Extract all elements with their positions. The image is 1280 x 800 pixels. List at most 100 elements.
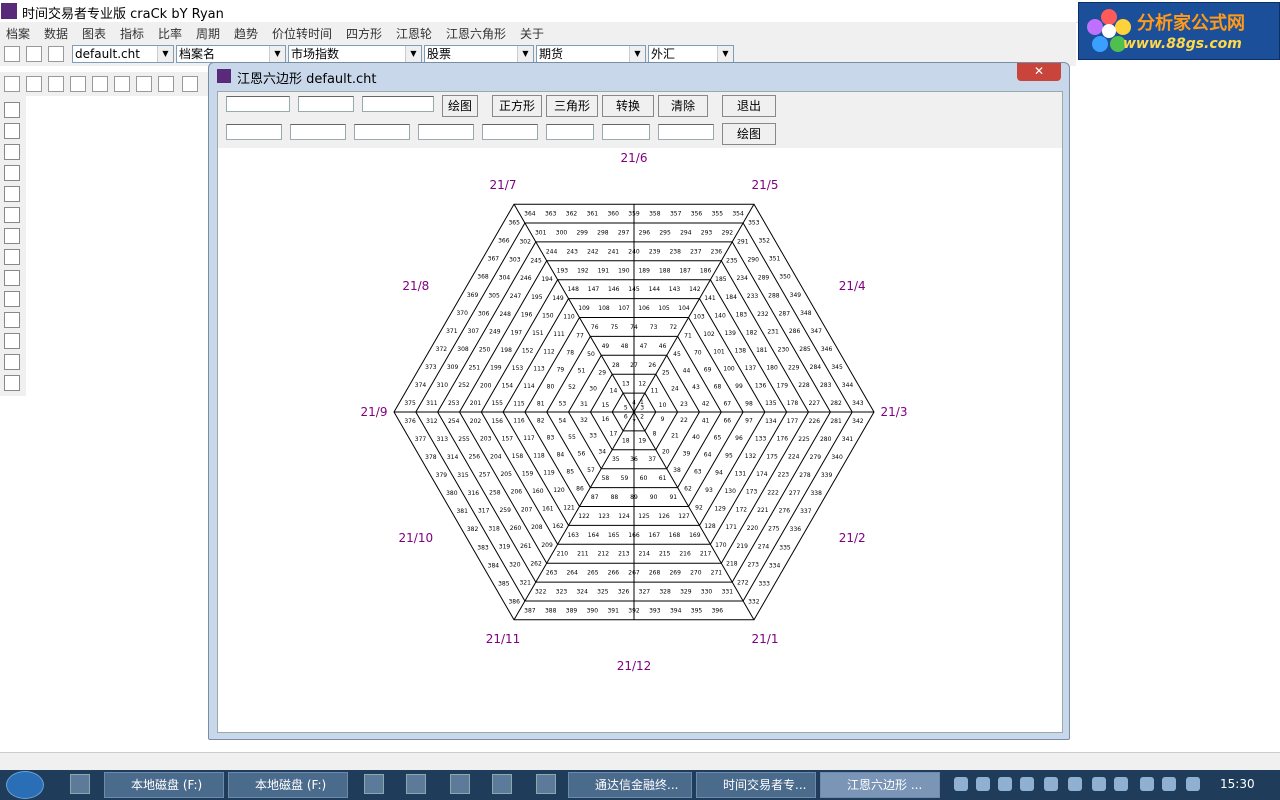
- tool-1-icon[interactable]: [4, 102, 20, 118]
- menu-chart[interactable]: 图表: [82, 25, 106, 42]
- forex-combo[interactable]: 外汇 ▼: [648, 45, 734, 63]
- param-input-8[interactable]: [658, 124, 714, 140]
- input-1[interactable]: [226, 96, 290, 112]
- menu-gann-wheel[interactable]: 江恩轮: [396, 25, 432, 42]
- param-input-2[interactable]: [290, 124, 346, 140]
- hex-cell-number: 344: [842, 382, 854, 389]
- task-drive-f-2[interactable]: 本地磁盘 (F:): [228, 772, 348, 798]
- name-combo[interactable]: 档案名 ▼: [176, 45, 286, 63]
- crosshair-icon[interactable]: [158, 76, 174, 92]
- zoom-icon[interactable]: [4, 76, 20, 92]
- draw-button-2[interactable]: 绘图: [722, 123, 776, 145]
- param-input-6[interactable]: [546, 124, 594, 140]
- input-2[interactable]: [298, 96, 354, 112]
- help-icon[interactable]: [976, 777, 990, 791]
- arrow-down-icon[interactable]: [92, 76, 108, 92]
- pen-icon[interactable]: [4, 312, 20, 328]
- stock-combo[interactable]: 股票 ▼: [424, 45, 534, 63]
- input-3[interactable]: [362, 96, 434, 112]
- hex-cell-number: 374: [415, 382, 427, 389]
- volume-icon[interactable]: [1162, 777, 1176, 791]
- network-icon[interactable]: [1186, 777, 1200, 791]
- menu-indicator[interactable]: 指标: [120, 25, 144, 42]
- hex-cell-number: 387: [524, 607, 536, 614]
- hex-cell-number: 219: [736, 543, 748, 550]
- param-input-4[interactable]: [418, 124, 474, 140]
- scale-left-icon[interactable]: [114, 76, 130, 92]
- security-icon[interactable]: [1044, 777, 1058, 791]
- tool-12-icon[interactable]: [4, 333, 20, 349]
- scale-right-icon[interactable]: [136, 76, 152, 92]
- chevron-down-icon[interactable]: ▼: [405, 46, 421, 62]
- trend-line-icon[interactable]: [4, 270, 20, 286]
- param-input-1[interactable]: [226, 124, 282, 140]
- menu-price-to-time[interactable]: 价位转时间: [272, 25, 332, 42]
- tool-14-icon[interactable]: [4, 375, 20, 391]
- arrow-right-icon[interactable]: [48, 76, 64, 92]
- param-input-7[interactable]: [602, 124, 650, 140]
- param-input-5[interactable]: [482, 124, 538, 140]
- tool-5-icon[interactable]: [4, 186, 20, 202]
- keyboard-icon[interactable]: [954, 777, 968, 791]
- chevron-down-icon[interactable]: ▼: [717, 46, 733, 62]
- tool-13-icon[interactable]: [4, 354, 20, 370]
- task-drive-f-1[interactable]: 本地磁盘 (F:): [104, 772, 224, 798]
- warning-icon[interactable]: [1068, 777, 1082, 791]
- menu-data[interactable]: 数据: [44, 25, 68, 42]
- app-launch-icon-3[interactable]: [492, 774, 512, 794]
- data-icon[interactable]: [182, 76, 198, 92]
- menu-square[interactable]: 四方形: [346, 25, 382, 42]
- draw-button[interactable]: 绘图: [442, 95, 478, 117]
- start-button[interactable]: [6, 771, 44, 799]
- hex-cell-number: 267: [628, 570, 640, 577]
- ie-icon[interactable]: [70, 774, 90, 794]
- tool-7-icon[interactable]: [4, 228, 20, 244]
- triangle-button[interactable]: 三角形: [546, 95, 598, 117]
- exit-button[interactable]: 退出: [722, 95, 776, 117]
- menu-trend[interactable]: 趋势: [234, 25, 258, 42]
- speaker-icon[interactable]: [1114, 777, 1128, 791]
- print-icon[interactable]: [48, 46, 64, 62]
- menu-cycle[interactable]: 周期: [196, 25, 220, 42]
- menu-gann-hexagon[interactable]: 江恩六角形: [446, 25, 506, 42]
- menu-file[interactable]: 档案: [6, 25, 30, 42]
- chevron-down-icon[interactable]: ▼: [629, 46, 645, 62]
- tool-6-icon[interactable]: [4, 207, 20, 223]
- chevron-down-icon[interactable]: ▼: [517, 46, 533, 62]
- futures-combo[interactable]: 期货 ▼: [536, 45, 646, 63]
- chevron-down-icon[interactable]: ▼: [269, 46, 285, 62]
- param-input-3[interactable]: [354, 124, 410, 140]
- new-file-icon[interactable]: [4, 46, 20, 62]
- market-combo[interactable]: 市场指数 ▼: [288, 45, 422, 63]
- task-tongdaxin[interactable]: 通达信金融终...: [568, 772, 692, 798]
- app-launch-icon-1[interactable]: [406, 774, 426, 794]
- app-launch-icon-4[interactable]: [536, 774, 556, 794]
- chevron-down-icon[interactable]: ▼: [157, 46, 173, 62]
- arrows-icon[interactable]: [998, 777, 1012, 791]
- square-button[interactable]: 正方形: [492, 95, 542, 117]
- file-combo[interactable]: default.cht ▼: [72, 45, 174, 63]
- device-icon[interactable]: [1140, 777, 1154, 791]
- fan-line-icon[interactable]: [4, 291, 20, 307]
- close-button[interactable]: ✕: [1017, 63, 1061, 81]
- arrow-up-icon[interactable]: [70, 76, 86, 92]
- menu-about[interactable]: 关于: [520, 25, 544, 42]
- hex-cell-number: 139: [724, 330, 736, 337]
- open-folder-icon[interactable]: [26, 46, 42, 62]
- plus-icon[interactable]: [1092, 777, 1106, 791]
- clear-button[interactable]: 清除: [658, 95, 708, 117]
- arrow-left-icon[interactable]: [26, 76, 42, 92]
- tool-3-icon[interactable]: [4, 144, 20, 160]
- media-player-icon[interactable]: [364, 774, 384, 794]
- shield-icon[interactable]: [1020, 777, 1034, 791]
- app-launch-icon-2[interactable]: [450, 774, 470, 794]
- menu-ratio[interactable]: 比率: [158, 25, 182, 42]
- task-gann-hexagon[interactable]: 江恩六边形 ...: [820, 772, 940, 798]
- tool-4-icon[interactable]: [4, 165, 20, 181]
- hex-cell-number: 319: [499, 544, 511, 551]
- task-time-trader[interactable]: 时间交易者专...: [696, 772, 816, 798]
- tool-8-icon[interactable]: [4, 249, 20, 265]
- hex-cell-number: 59: [621, 475, 629, 482]
- tool-2-icon[interactable]: [4, 123, 20, 139]
- convert-button[interactable]: 转换: [602, 95, 654, 117]
